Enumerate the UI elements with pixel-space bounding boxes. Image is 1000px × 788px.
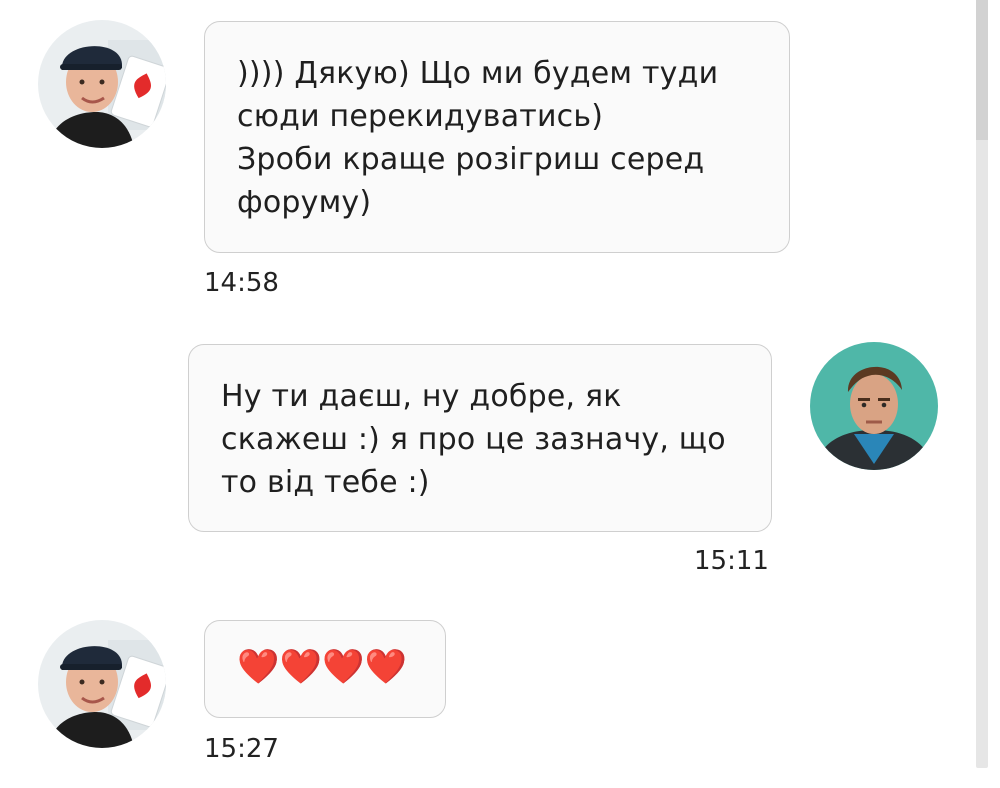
message-time-3: 15:27	[204, 734, 279, 764]
other-user-avatar[interactable]	[38, 20, 166, 148]
user-photo-avatar-icon	[38, 620, 166, 748]
user-photo-avatar-icon	[810, 342, 938, 470]
message-bubble-2[interactable]: Ну ти даєш, ну добре, як скажеш :) я про…	[188, 344, 772, 532]
self-user-avatar[interactable]	[810, 342, 938, 470]
message-bubble-1[interactable]: )))) Дякую) Що ми будем туди сюди переки…	[204, 21, 790, 253]
message-time-2: 15:11	[694, 546, 769, 576]
scrollbar-thumb-top	[976, 0, 988, 140]
message-bubble-3[interactable]: ❤️❤️❤️❤️	[204, 620, 446, 718]
other-user-avatar[interactable]	[38, 620, 166, 748]
user-photo-avatar-icon	[38, 20, 166, 148]
message-time-1: 14:58	[204, 268, 279, 298]
